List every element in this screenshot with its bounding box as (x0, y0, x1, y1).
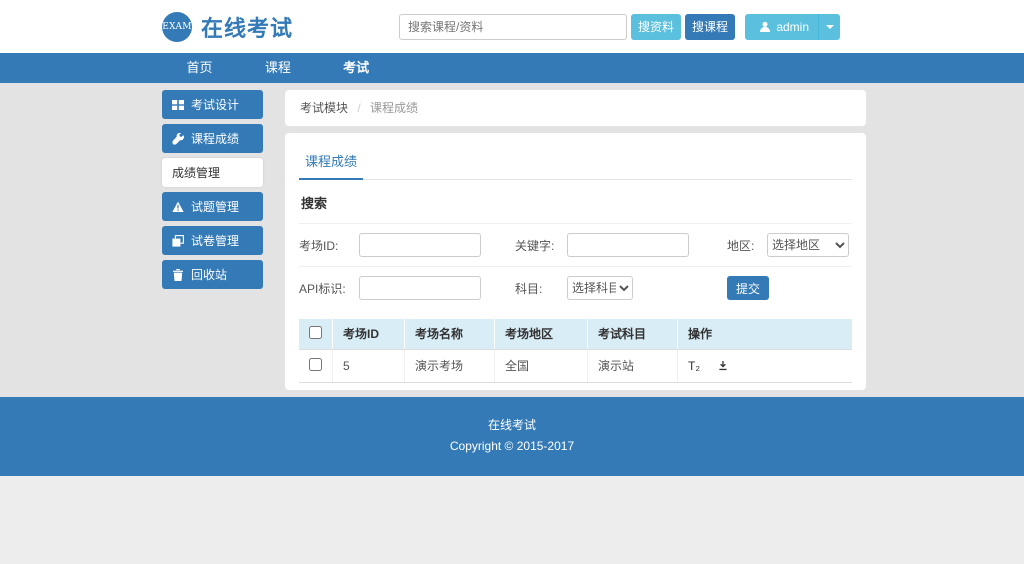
region-select[interactable]: 选择地区 (767, 233, 849, 257)
header: EXAM 在线考试 搜资料 搜课程 admin (0, 0, 1024, 53)
search-input[interactable] (399, 14, 627, 40)
search-course-button[interactable]: 搜课程 (685, 14, 735, 40)
tabs-row: 课程成绩 (299, 145, 852, 180)
footer: 在线考试 Copyright © 2015-2017 (0, 397, 1024, 476)
header-exam-id: 考场ID (333, 319, 405, 349)
header-search: 搜资料 搜课程 (399, 14, 735, 40)
user-menu: admin (745, 14, 840, 40)
breadcrumb-current: 课程成绩 (370, 101, 418, 115)
subject-label: 科目: (515, 280, 567, 297)
user-menu-caret-button[interactable] (818, 14, 840, 40)
select-all-checkbox[interactable] (309, 326, 322, 339)
search-material-button[interactable]: 搜资料 (631, 14, 681, 40)
main-panel: 课程成绩 搜索 考场ID: 关键字: 地区: 选择地区 API标识: 科目: 选… (285, 133, 866, 390)
wrench-icon (172, 133, 184, 145)
copy-icon (172, 235, 184, 247)
cell-exam-subject: 演示站 (588, 349, 678, 382)
site-title: 在线考试 (201, 11, 293, 43)
sidebar-item-label: 回收站 (191, 266, 227, 283)
sidebar-item-label: 成绩管理 (172, 164, 220, 181)
search-section-title: 搜索 (299, 180, 852, 223)
cell-actions: T₂ (678, 349, 853, 382)
warning-icon (172, 201, 184, 213)
sidebar-item-label: 考试设计 (191, 96, 239, 113)
th-large-icon (172, 99, 184, 111)
search-form-row-1: 考场ID: 关键字: 地区: 选择地区 (299, 223, 852, 266)
breadcrumb-separator: / (357, 101, 360, 115)
tab-course-scores[interactable]: 课程成绩 (299, 145, 363, 180)
sidebar-item-paper-management[interactable]: 试卷管理 (162, 226, 263, 255)
nav-item-exams[interactable]: 考试 (319, 53, 394, 83)
caret-down-icon (826, 25, 834, 29)
api-id-label: API标识: (299, 280, 359, 297)
cell-exam-region: 全国 (495, 349, 588, 382)
exam-id-label: 考场ID: (299, 237, 359, 254)
footer-title: 在线考试 (0, 415, 1024, 436)
download-icon[interactable] (717, 360, 729, 372)
sidebar: 考试设计 课程成绩 成绩管理 试题管理 试卷管理 回收站 (162, 90, 263, 390)
sidebar-item-score-management[interactable]: 成绩管理 (162, 158, 263, 187)
api-id-input[interactable] (359, 276, 481, 300)
row-checkbox[interactable] (309, 358, 322, 371)
region-label: 地区: (727, 237, 767, 254)
nav-item-courses[interactable]: 课程 (240, 53, 315, 83)
nav-item-home[interactable]: 首页 (162, 53, 237, 83)
table-row: 5 演示考场 全国 演示站 T₂ (299, 349, 852, 382)
breadcrumb-parent[interactable]: 考试模块 (300, 101, 348, 115)
main-area: 考试模块 / 课程成绩 课程成绩 搜索 考场ID: 关键字: 地区: 选择地区 … (285, 90, 866, 390)
table-header-row: 考场ID 考场名称 考场地区 考试科目 操作 (299, 319, 852, 349)
exam-id-input[interactable] (359, 233, 481, 257)
sidebar-item-course-scores[interactable]: 课程成绩 (162, 124, 263, 153)
main-nav: 首页 课程 考试 (0, 53, 1024, 83)
keyword-input[interactable] (567, 233, 689, 257)
cell-exam-id: 5 (333, 349, 405, 382)
text-height-icon[interactable]: T₂ (688, 359, 700, 373)
sidebar-item-label: 试题管理 (191, 198, 239, 215)
keyword-label: 关键字: (515, 237, 567, 254)
trash-icon (172, 269, 184, 281)
user-menu-button[interactable]: admin (745, 14, 818, 40)
sidebar-item-label: 课程成绩 (191, 130, 239, 147)
sidebar-item-label: 试卷管理 (191, 232, 239, 249)
submit-button[interactable]: 提交 (727, 276, 769, 300)
user-icon (759, 21, 771, 33)
logo-text: EXAM (162, 22, 192, 32)
header-exam-subject: 考试科目 (588, 319, 678, 349)
sidebar-item-question-management[interactable]: 试题管理 (162, 192, 263, 221)
subject-select[interactable]: 选择科目 (567, 276, 633, 300)
header-exam-name: 考场名称 (405, 319, 495, 349)
cell-exam-name: 演示考场 (405, 349, 495, 382)
user-name: admin (776, 20, 809, 34)
brand[interactable]: EXAM 在线考试 (162, 11, 293, 43)
footer-copyright: Copyright © 2015-2017 (0, 436, 1024, 457)
sidebar-item-exam-design[interactable]: 考试设计 (162, 90, 263, 119)
page-background (0, 476, 1024, 564)
search-form-row-2: API标识: 科目: 选择科目 提交 (299, 266, 852, 309)
exam-logo-icon: EXAM (162, 12, 192, 42)
breadcrumb: 考试模块 / 课程成绩 (285, 90, 866, 126)
results-table: 考场ID 考场名称 考场地区 考试科目 操作 5 演示考场 全国 演示站 (299, 319, 852, 383)
sidebar-item-recycle-bin[interactable]: 回收站 (162, 260, 263, 289)
header-actions: 操作 (678, 319, 853, 349)
header-exam-region: 考场地区 (495, 319, 588, 349)
